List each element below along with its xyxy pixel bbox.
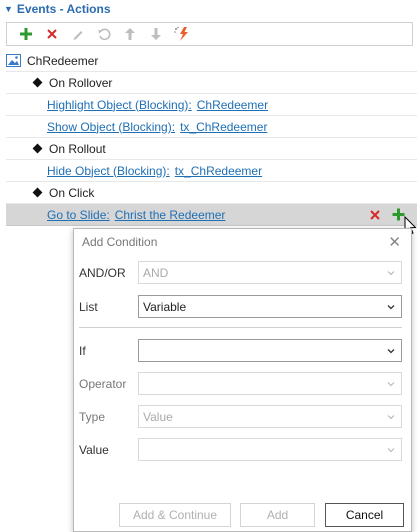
list-select[interactable]: Variable [138, 295, 402, 318]
delete-icon[interactable] [39, 23, 65, 45]
event-label: On Rollover [49, 75, 113, 90]
action-link[interactable]: Highlight Object (Blocking): [47, 98, 192, 112]
close-icon[interactable]: ✕ [388, 233, 401, 251]
andor-select[interactable]: AND [138, 261, 402, 284]
type-select[interactable]: Value [138, 405, 402, 428]
actions-toolbar [6, 22, 413, 46]
action-row[interactable]: Hide Object (Blocking): tx_ChRedeemer [6, 160, 417, 182]
chevron-down-icon [387, 349, 395, 354]
edit-icon[interactable] [65, 23, 91, 45]
chevron-down-icon [387, 382, 395, 387]
action-link[interactable]: Go to Slide: [47, 208, 110, 222]
type-label: Type [79, 410, 106, 424]
cancel-button[interactable]: Cancel [325, 503, 404, 527]
chevron-down-icon [387, 271, 395, 276]
if-select[interactable] [138, 339, 402, 362]
event-label: On Click [49, 185, 95, 200]
event-bullet-icon [32, 143, 43, 154]
chevron-down-icon [387, 448, 395, 453]
action-row[interactable]: Highlight Object (Blocking): ChRedeemer [6, 94, 417, 116]
action-target-link[interactable]: Christ the Redeemer [115, 208, 226, 222]
event-label: On Rollout [49, 141, 106, 156]
panel-title: Events - Actions [16, 2, 111, 16]
if-label: If [79, 344, 86, 358]
event-row-rollover[interactable]: On Rollover [6, 72, 417, 94]
add-condition-dialog: Add Condition ✕ AND/OR AND List Variable… [73, 228, 412, 532]
action-target-link[interactable]: tx_ChRedeemer [180, 120, 267, 134]
action-link[interactable]: Hide Object (Blocking): [47, 164, 170, 178]
undo-icon[interactable] [91, 23, 117, 45]
event-bullet-icon [32, 187, 43, 198]
action-target-link[interactable]: ChRedeemer [197, 98, 268, 112]
collapse-caret-icon[interactable]: ▼ [4, 4, 13, 14]
event-row-click[interactable]: On Click [6, 182, 417, 204]
move-down-icon[interactable] [143, 23, 169, 45]
action-link[interactable]: Show Object (Blocking): [47, 120, 175, 134]
panel-header[interactable]: ▼ Events - Actions [0, 0, 417, 18]
action-target-link[interactable]: tx_ChRedeemer [175, 164, 262, 178]
operator-label: Operator [79, 377, 127, 391]
delete-icon[interactable] [369, 209, 381, 221]
value-select[interactable] [138, 438, 402, 461]
andor-label: AND/OR [79, 266, 126, 280]
tree-root-label: ChRedeemer [27, 53, 99, 68]
action-row-selected[interactable]: Go to Slide: Christ the Redeemer [6, 204, 417, 226]
action-row[interactable]: Show Object (Blocking): tx_ChRedeemer [6, 116, 417, 138]
list-value: Variable [143, 299, 187, 314]
chevron-down-icon [387, 415, 395, 420]
move-up-icon[interactable] [117, 23, 143, 45]
magic-wand-icon[interactable] [169, 23, 195, 45]
event-row-rollout[interactable]: On Rollout [6, 138, 417, 160]
operator-select[interactable] [138, 372, 402, 395]
dialog-title: Add Condition [82, 235, 158, 249]
value-label: Value [79, 443, 109, 457]
event-bullet-icon [32, 77, 43, 88]
chevron-down-icon [387, 305, 395, 310]
add-button[interactable]: Add [240, 503, 315, 527]
add-icon[interactable] [13, 23, 39, 45]
tree-root-row[interactable]: ChRedeemer [6, 50, 417, 72]
andor-value: AND [143, 265, 169, 280]
add-continue-button[interactable]: Add & Continue [119, 503, 231, 527]
list-label: List [79, 300, 98, 314]
divider [79, 327, 402, 328]
image-icon [6, 54, 21, 67]
type-value: Value [143, 409, 173, 424]
